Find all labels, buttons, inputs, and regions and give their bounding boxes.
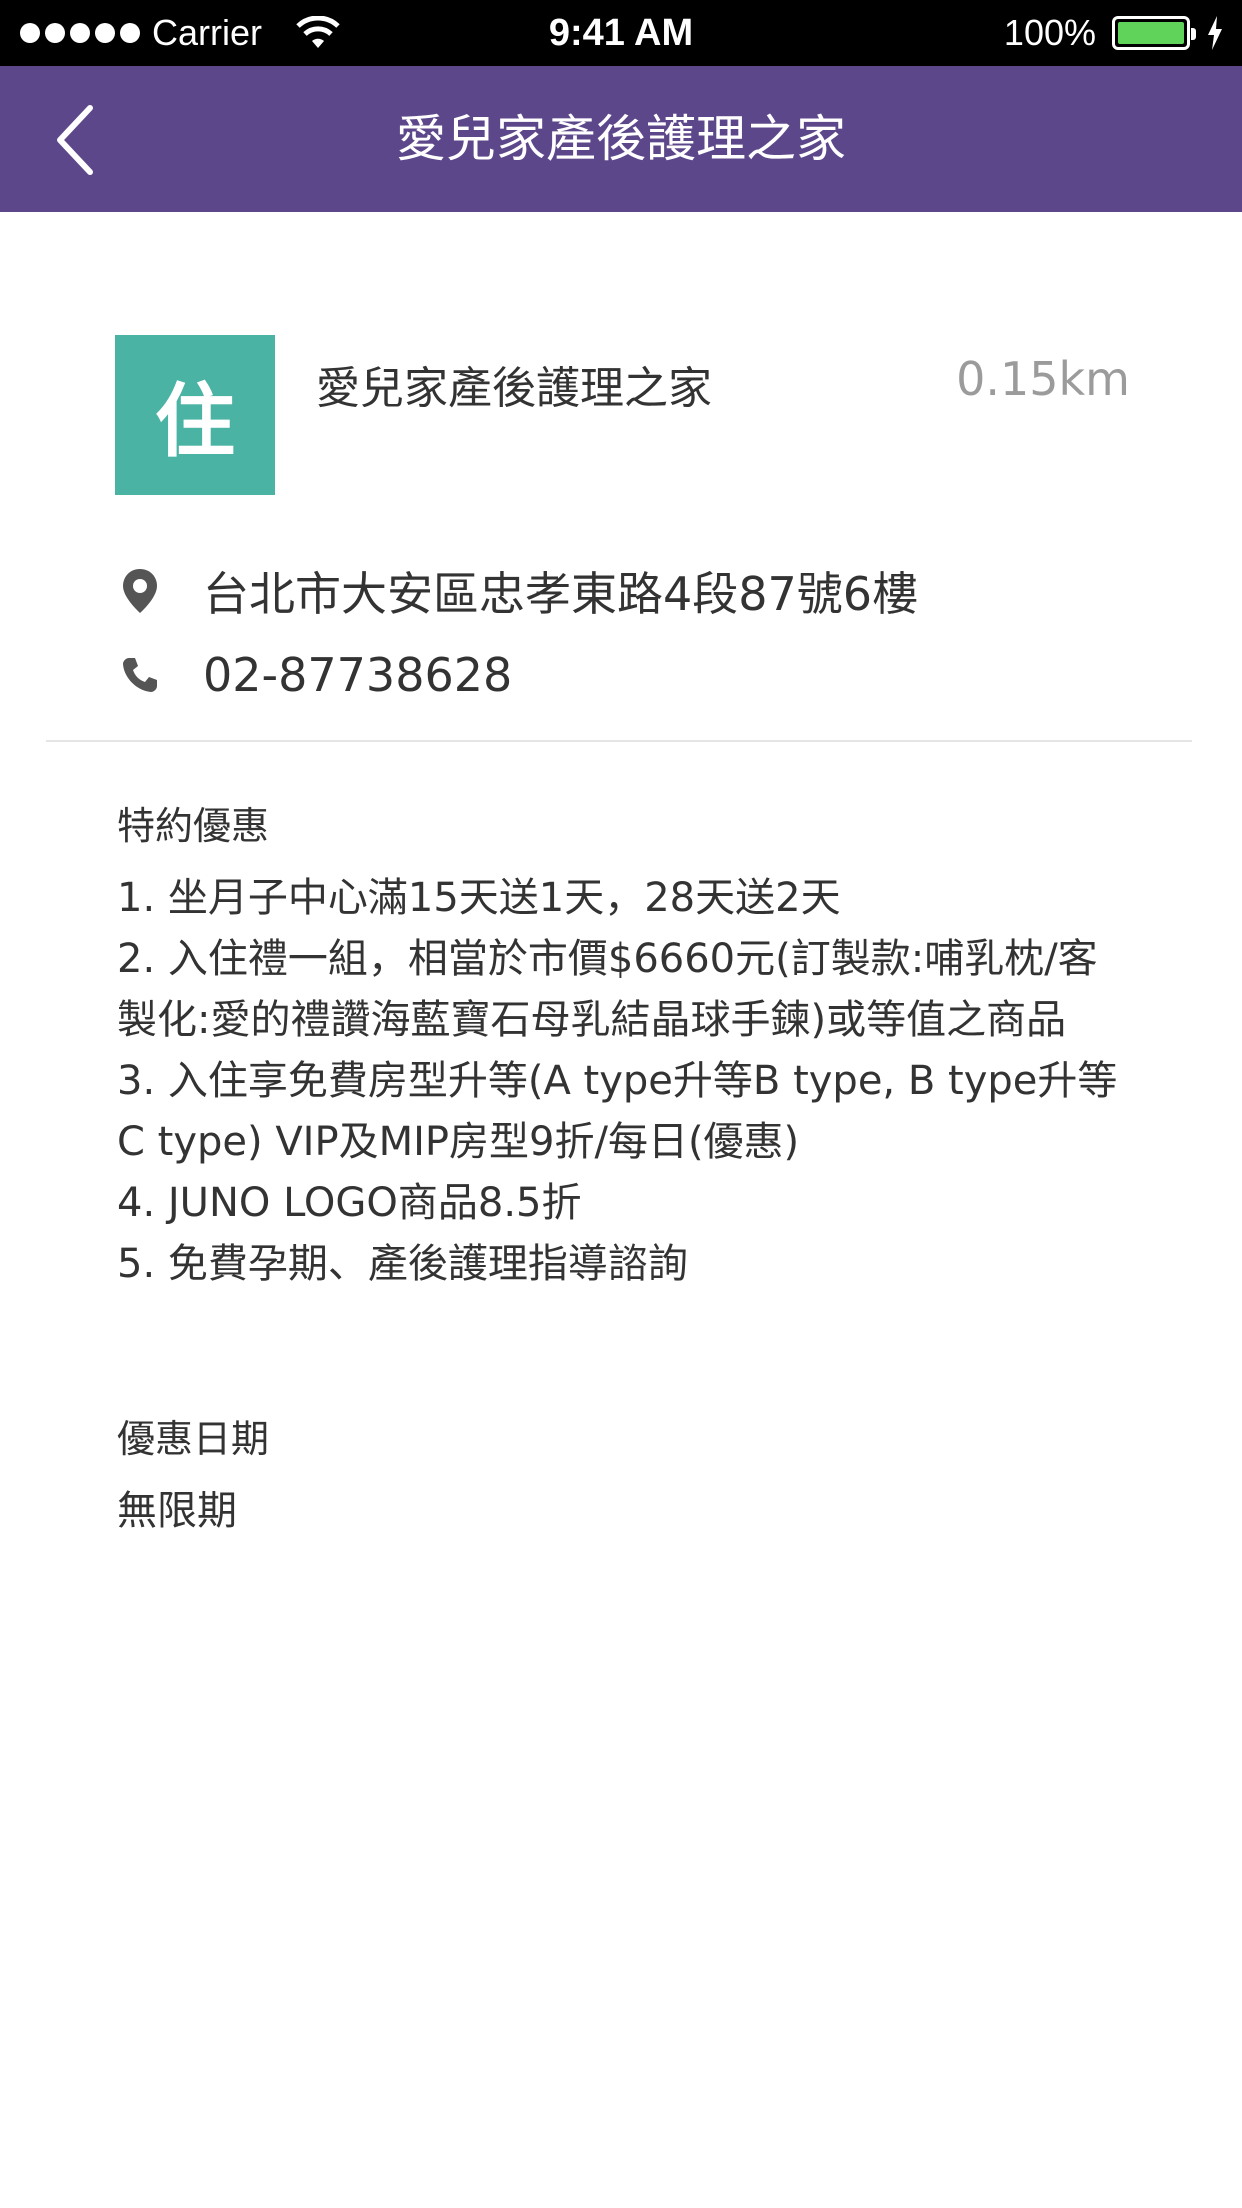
offer-item: 1. 坐月子中心滿15天送1天，28天送2天 (117, 875, 841, 921)
phone-row[interactable]: 02-87738628 (115, 648, 512, 702)
offer-item: 2. 入住禮一組，相當於市價$6660元(訂製款:哺乳枕/客製化:愛的禮讚海藍寶… (117, 936, 1098, 1043)
battery-icon (1112, 16, 1196, 50)
battery-percentage: 100% (1003, 12, 1096, 53)
offer-section-title: 特約優惠 (117, 804, 270, 848)
store-name: 愛兒家產後護理之家 (316, 363, 712, 414)
address-row[interactable]: 台北市大安區忠孝東路4段87號6樓 (115, 558, 918, 624)
date-value: 無限期 (117, 1488, 237, 1534)
offer-item: 3. 入住享免費房型升等(A type升等B type, B type升等C t… (117, 1058, 1118, 1165)
nav-bar: 愛兒家產後護理之家 (0, 66, 1242, 212)
store-distance: 0.15km (956, 352, 1130, 406)
offer-list: 1. 坐月子中心滿15天送1天，28天送2天 2. 入住禮一組，相當於市價$66… (117, 868, 1137, 1295)
charging-bolt-icon (1208, 16, 1222, 50)
offer-item: 4. JUNO LOGO商品8.5折 (117, 1180, 582, 1226)
status-right: 100% (1004, 0, 1224, 66)
offer-item: 5. 免費孕期、產後護理指導諮詢 (117, 1241, 688, 1287)
store-category-badge: 住 (115, 335, 275, 495)
address-text: 台北市大安區忠孝東路4段87號6樓 (203, 567, 919, 621)
phone-number[interactable]: 02-87738628 (203, 648, 512, 702)
date-section-title: 優惠日期 (117, 1417, 270, 1461)
phone-icon (115, 650, 165, 700)
divider (46, 740, 1192, 742)
location-pin-icon (115, 566, 165, 616)
page-title: 愛兒家產後護理之家 (396, 110, 846, 168)
status-bar: Carrier 9:41 AM 100% (0, 0, 1242, 66)
